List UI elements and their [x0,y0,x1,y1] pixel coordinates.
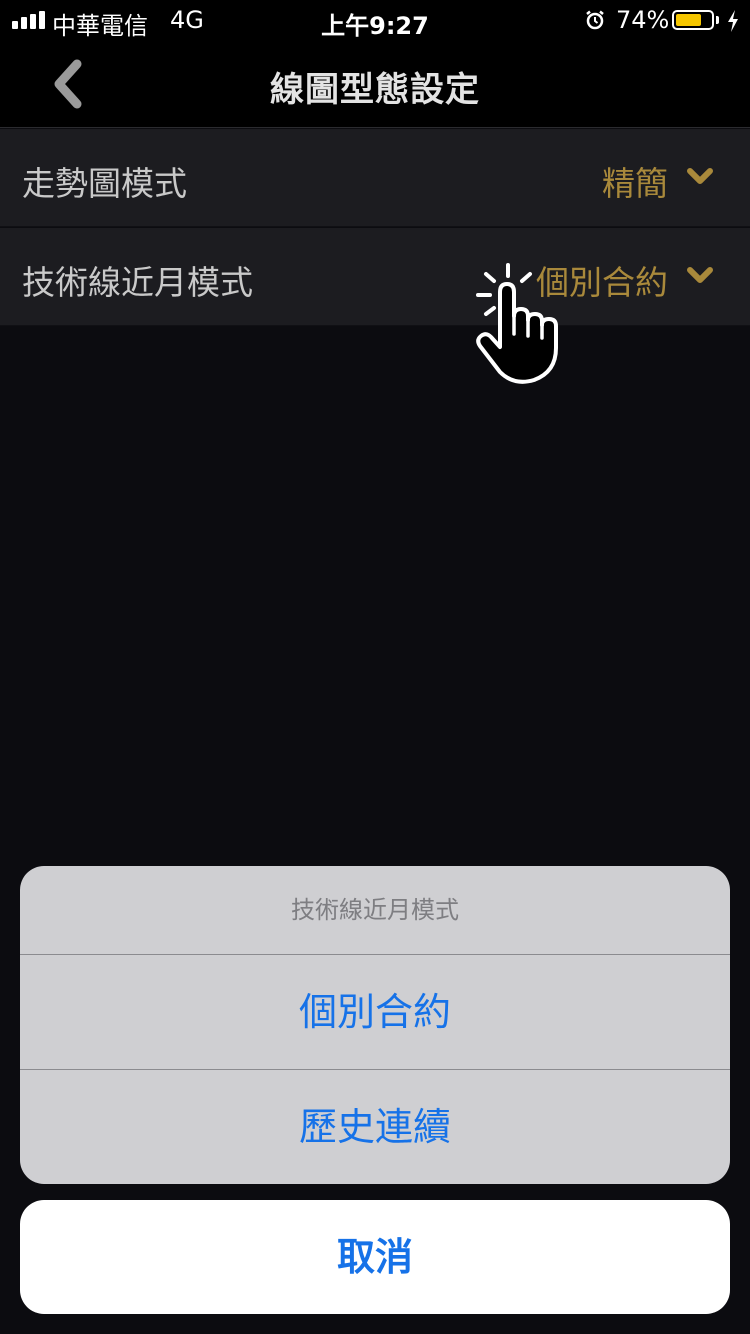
setting-label: 技術線近月模式 [22,263,253,302]
battery-tip [716,16,719,24]
cancel-button[interactable]: 取消 [20,1200,730,1314]
page-title: 線圖型態設定 [270,70,480,110]
alarm-icon [586,10,604,30]
setting-value: 精簡 [602,164,668,203]
action-sheet: 技術線近月模式 個別合約 歷史連續 [20,866,730,1184]
battery-fill [676,14,702,26]
chevron-down-icon [687,267,713,283]
setting-row-chart-mode[interactable]: 走勢圖模式 精簡 [0,129,750,227]
battery-percent: 74% [616,6,670,34]
tap-hand-icon [476,263,558,384]
chevron-down-icon [687,168,713,184]
charging-bolt-icon [728,10,738,32]
action-sheet-title: 技術線近月模式 [20,866,730,955]
status-bar: 中華電信 4G 上午9:27 74% [0,0,750,40]
battery-icon [672,10,714,30]
setting-label: 走勢圖模式 [22,164,187,203]
option-historical-continuous[interactable]: 歷史連續 [20,1069,730,1184]
navigation-bar: 線圖型態設定 [0,40,750,128]
setting-row-technical-line-mode[interactable]: 技術線近月模式 個別合約 [0,228,750,326]
option-individual-contract[interactable]: 個別合約 [20,955,730,1069]
